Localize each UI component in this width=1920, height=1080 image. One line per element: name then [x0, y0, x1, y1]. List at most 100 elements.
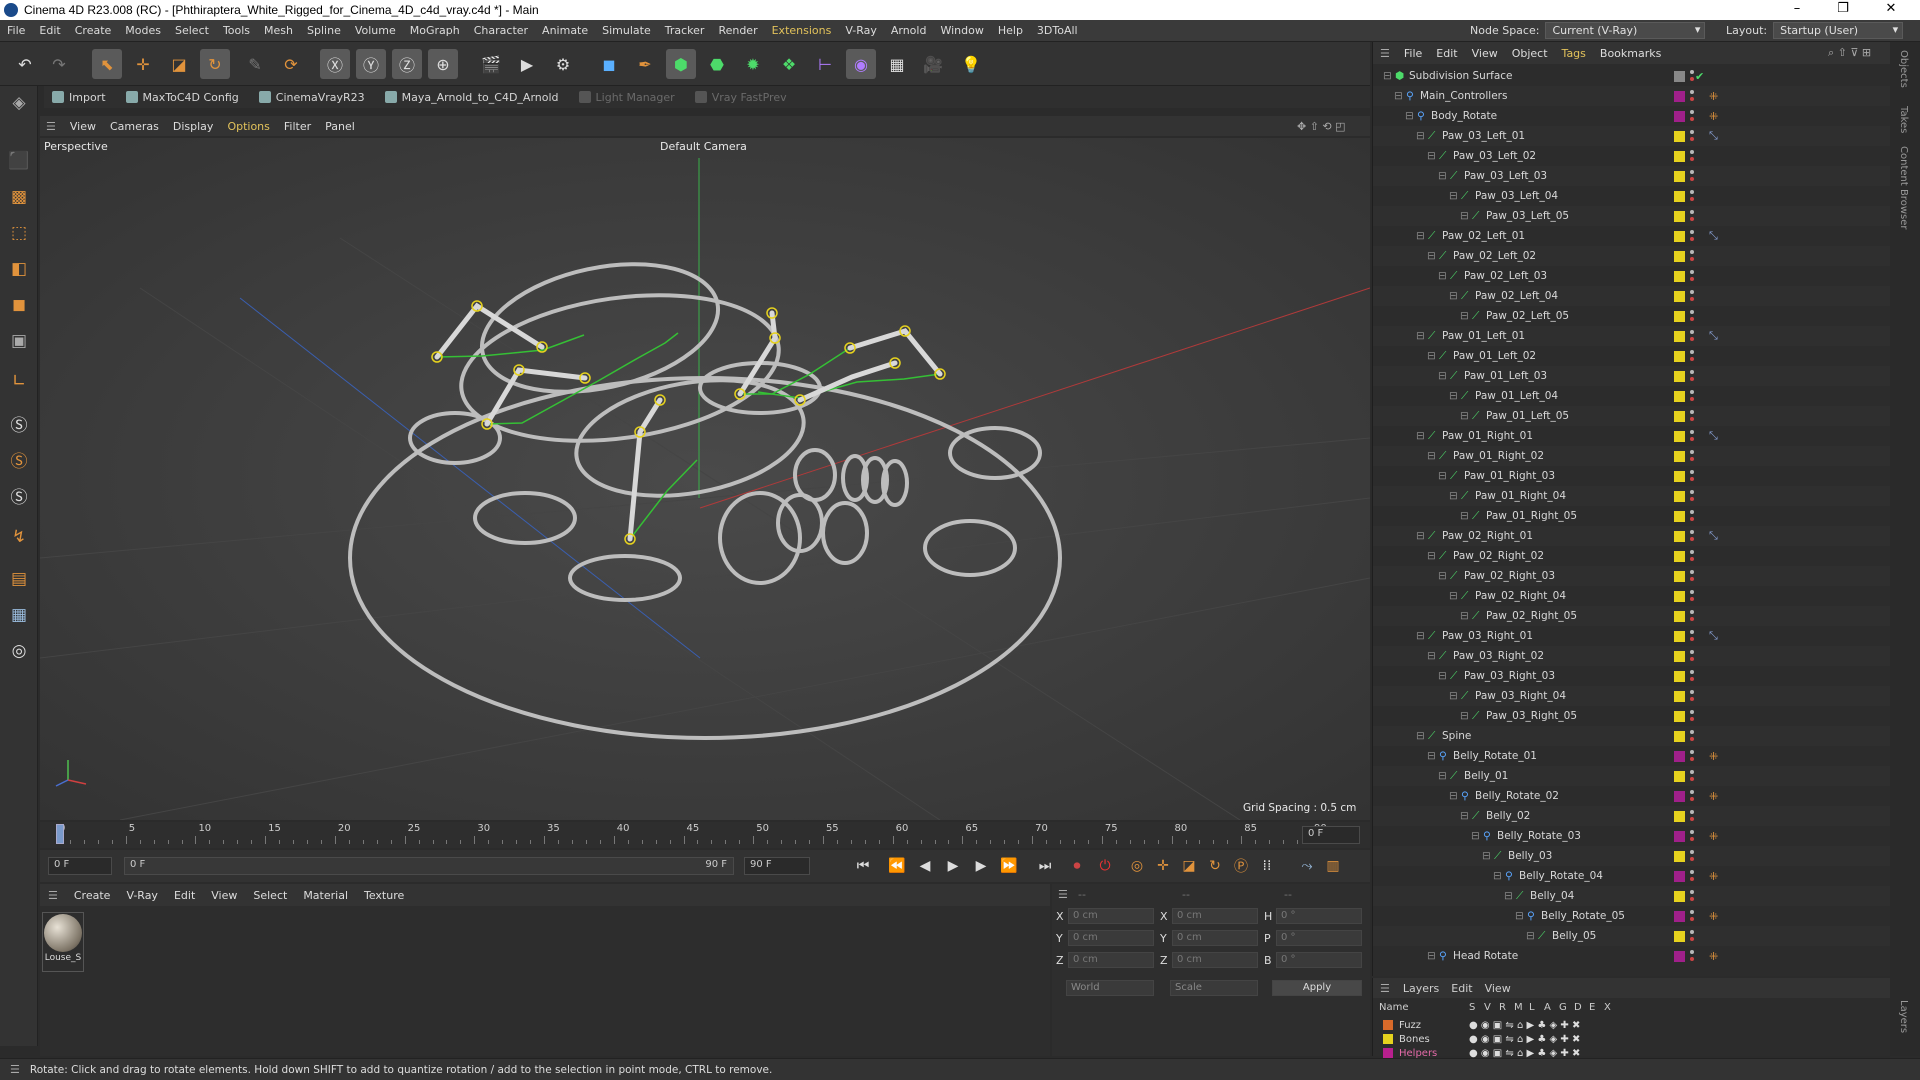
- object-tree-item[interactable]: ⊟ ⚲ Body_Rotate ⁜: [1373, 106, 1891, 126]
- layer-color-swatch[interactable]: [1674, 550, 1685, 562]
- size-y-field[interactable]: 0 cm: [1172, 930, 1258, 946]
- position-z-field[interactable]: 0 cm: [1068, 952, 1154, 968]
- layer-color-swatch[interactable]: [1674, 830, 1685, 842]
- layer-color-swatch[interactable]: [1674, 170, 1685, 182]
- material-hamburger-icon[interactable]: ☰: [40, 889, 66, 902]
- visibility-dots[interactable]: [1690, 850, 1694, 862]
- object-tree-item[interactable]: ⊟ ⟋ Paw_03_Right_02: [1373, 646, 1891, 666]
- expand-toggle-icon[interactable]: ⊟: [1416, 130, 1425, 142]
- snap-icon[interactable]: Ⓢ: [4, 408, 34, 438]
- viewport-menu-view[interactable]: View: [63, 120, 103, 133]
- object-tree-item[interactable]: ⊟ ⚲ Belly_Rotate_01 ⁜: [1373, 746, 1891, 766]
- menu-select[interactable]: Select: [168, 24, 216, 37]
- y-axis-icon[interactable]: Ⓨ: [356, 49, 386, 79]
- menu-volume[interactable]: Volume: [348, 24, 403, 37]
- light-icon[interactable]: 💡: [956, 49, 986, 79]
- minimize-button[interactable]: –: [1774, 0, 1820, 20]
- viewport-menu-options[interactable]: Options: [220, 120, 276, 133]
- z-axis-icon[interactable]: Ⓩ: [392, 49, 422, 79]
- layer-color-swatch[interactable]: [1674, 930, 1685, 942]
- visibility-dots[interactable]: [1690, 470, 1694, 482]
- expand-toggle-icon[interactable]: ⊟: [1449, 490, 1458, 502]
- layer-color-swatch[interactable]: [1674, 770, 1685, 782]
- close-button[interactable]: ✕: [1868, 0, 1914, 20]
- obj-menu-bookmarks[interactable]: Bookmarks: [1593, 47, 1668, 60]
- uv-mode-icon[interactable]: ▣: [4, 326, 34, 356]
- visibility-dots[interactable]: [1690, 810, 1694, 822]
- visibility-dots[interactable]: [1690, 110, 1694, 122]
- layer-color-swatch[interactable]: [1674, 450, 1685, 462]
- layer-color-swatch[interactable]: [1674, 790, 1685, 802]
- object-tree-item[interactable]: ⊟ ⟋ Belly_03: [1373, 846, 1891, 866]
- object-tree-item[interactable]: ⊟ ⟋ Paw_03_Right_04: [1373, 686, 1891, 706]
- visibility-dots[interactable]: [1690, 710, 1694, 722]
- layer-color-swatch[interactable]: [1674, 490, 1685, 502]
- timeline-window-icon[interactable]: ▥: [1322, 855, 1344, 877]
- expand-toggle-icon[interactable]: ⊟: [1416, 330, 1425, 342]
- expand-toggle-icon[interactable]: ⊟: [1416, 230, 1425, 242]
- expand-toggle-icon[interactable]: ⊟: [1438, 170, 1447, 182]
- visibility-dots[interactable]: [1690, 210, 1694, 222]
- visibility-dots[interactable]: [1690, 670, 1694, 682]
- object-tree-item[interactable]: ⊟ ⟋ Paw_02_Left_05: [1373, 306, 1891, 326]
- select-tool-icon[interactable]: ⬉: [92, 49, 122, 79]
- visibility-dots[interactable]: [1690, 290, 1694, 302]
- expand-toggle-icon[interactable]: ⊟: [1416, 730, 1425, 742]
- rotation-p-field[interactable]: 0 °: [1276, 930, 1362, 946]
- object-tree-item[interactable]: ⊟ ⟋ Paw_03_Right_03: [1373, 666, 1891, 686]
- menu-tracker[interactable]: Tracker: [658, 24, 712, 37]
- expand-toggle-icon[interactable]: ⊟: [1460, 610, 1469, 622]
- layer-name[interactable]: Helpers: [1399, 1048, 1437, 1059]
- expand-toggle-icon[interactable]: ⊟: [1449, 590, 1458, 602]
- ik-tag-icon[interactable]: ⤡: [1709, 529, 1718, 543]
- obj-menu-tags[interactable]: Tags: [1555, 47, 1593, 60]
- object-tree-item[interactable]: ⊟ ⟋ Belly_05: [1373, 926, 1891, 946]
- layer-color-swatch[interactable]: [1674, 230, 1685, 242]
- expand-toggle-icon[interactable]: ⊟: [1438, 470, 1447, 482]
- obj-menu-view[interactable]: View: [1465, 47, 1505, 60]
- expand-toggle-icon[interactable]: ⊟: [1438, 770, 1447, 782]
- record-icon[interactable]: ⏺: [1066, 855, 1088, 877]
- visibility-dots[interactable]: [1690, 730, 1694, 742]
- layer-color-swatch[interactable]: [1674, 390, 1685, 402]
- expand-toggle-icon[interactable]: ⊟: [1449, 390, 1458, 402]
- object-tree-item[interactable]: ⊟ ⟋ Paw_01_Right_05: [1373, 506, 1891, 526]
- deformer-icon[interactable]: ⊢: [810, 49, 840, 79]
- planar-workplane-icon[interactable]: ▦: [4, 600, 34, 630]
- expand-toggle-icon[interactable]: ⊟: [1427, 450, 1436, 462]
- visibility-dots[interactable]: [1690, 930, 1694, 942]
- constraint-tag-icon[interactable]: ⁜: [1709, 790, 1718, 803]
- object-search-icon[interactable]: ⌕ ⇧ ⊽ ⊞: [1821, 46, 1878, 60]
- keyframe-selection-icon[interactable]: ◎: [1126, 855, 1148, 877]
- object-tree-item[interactable]: ⊟ ⟋ Paw_03_Left_03: [1373, 166, 1891, 186]
- expand-toggle-icon[interactable]: ⊟: [1427, 350, 1436, 362]
- menu-3dtoall[interactable]: 3DToAll: [1030, 24, 1085, 37]
- timeline-end-field[interactable]: 0 F: [1302, 826, 1360, 844]
- edges-mode-icon[interactable]: ◧: [4, 254, 34, 284]
- menu-file[interactable]: File: [0, 24, 32, 37]
- visibility-dots[interactable]: [1690, 250, 1694, 262]
- expand-toggle-icon[interactable]: ⊟: [1482, 850, 1491, 862]
- visibility-dots[interactable]: [1690, 490, 1694, 502]
- mat-menu-create[interactable]: Create: [66, 889, 119, 902]
- key-param-icon[interactable]: Ⓟ: [1230, 855, 1252, 877]
- 3d-viewport[interactable]: Perspective Default Camera Grid Spacing …: [40, 138, 1370, 820]
- layer-toggle-icons[interactable]: ● ◉ ▣ ⇋ ⌂ ▶ ♣ ◈ ✚ ✖: [1469, 1034, 1580, 1045]
- layer-color-swatch[interactable]: [1383, 1048, 1393, 1058]
- timeline-playhead[interactable]: [56, 824, 64, 844]
- object-tree-item[interactable]: ⊟ ⟋ Paw_03_Left_05: [1373, 206, 1891, 226]
- expand-toggle-icon[interactable]: ⊟: [1449, 690, 1458, 702]
- field-icon[interactable]: ◉: [846, 49, 876, 79]
- layer-color-swatch[interactable]: [1674, 410, 1685, 422]
- visibility-dots[interactable]: [1690, 310, 1694, 322]
- layer-color-swatch[interactable]: [1674, 530, 1685, 542]
- maxtoc4d-config-button[interactable]: MaxToC4D Config: [118, 91, 247, 104]
- constraint-tag-icon[interactable]: ⁜: [1709, 830, 1718, 843]
- visibility-dots[interactable]: [1690, 230, 1694, 242]
- constraint-tag-icon[interactable]: ⁜: [1709, 750, 1718, 763]
- material-area[interactable]: Louse_S: [40, 906, 1050, 1056]
- expand-toggle-icon[interactable]: ⊟: [1405, 110, 1414, 122]
- size-x-field[interactable]: 0 cm: [1172, 908, 1258, 924]
- menu-edit[interactable]: Edit: [32, 24, 67, 37]
- points-mode-icon[interactable]: ⬚: [4, 218, 34, 248]
